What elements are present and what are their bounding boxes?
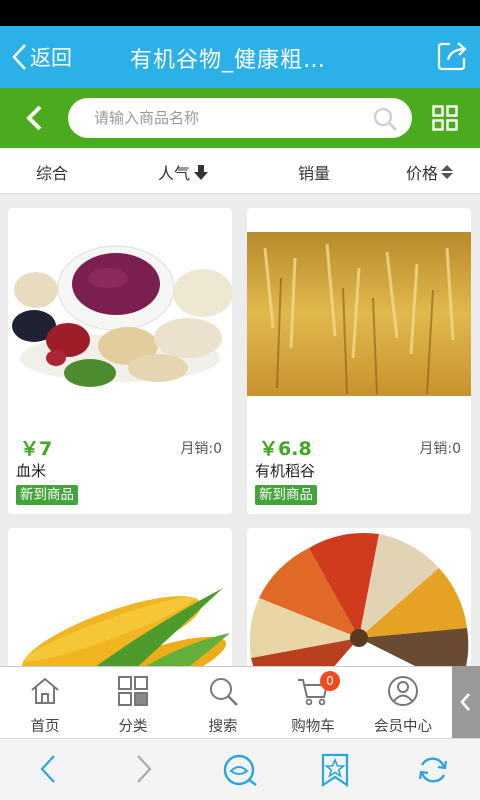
view-toggle-button[interactable] bbox=[432, 105, 458, 135]
sort-price[interactable]: 价格 bbox=[406, 160, 454, 184]
sort-bar: 综合 人气 销量 价格 bbox=[0, 148, 480, 194]
category-grid-icon bbox=[118, 676, 148, 706]
cart-count-badge: 0 bbox=[320, 671, 340, 691]
refresh-icon bbox=[418, 757, 448, 783]
sort-comprehensive[interactable]: 综合 bbox=[36, 160, 68, 184]
tab-member-center[interactable]: 会员中心 bbox=[358, 667, 448, 739]
status-bar bbox=[0, 0, 480, 26]
product-image bbox=[247, 208, 471, 398]
tab-category[interactable]: 分类 bbox=[88, 667, 178, 739]
search-bar bbox=[0, 88, 480, 148]
product-card[interactable]: ￥6.8 月销:0 有机稻谷 新到商品 bbox=[247, 208, 471, 514]
tab-cart[interactable]: 0 购物车 bbox=[268, 667, 358, 739]
monthly-sales: 月销:0 bbox=[180, 441, 222, 457]
tab-label: 购物车 bbox=[291, 719, 335, 735]
product-card[interactable] bbox=[8, 528, 232, 666]
share-button[interactable] bbox=[436, 40, 468, 76]
browser-back-button[interactable] bbox=[36, 753, 60, 789]
product-price: ￥7 bbox=[20, 438, 53, 460]
product-card[interactable]: ￥7 月销:0 血米 新到商品 bbox=[8, 208, 232, 514]
browser-home-button[interactable] bbox=[222, 753, 258, 791]
new-arrival-badge: 新到商品 bbox=[255, 485, 317, 505]
sort-label: 销量 bbox=[298, 164, 331, 183]
bookmark-button[interactable] bbox=[320, 753, 350, 791]
product-name: 血米 bbox=[16, 462, 47, 480]
monthly-sales: 月销:0 bbox=[419, 441, 461, 457]
sort-label: 价格 bbox=[406, 164, 439, 183]
search-box bbox=[68, 98, 412, 138]
bottom-tab-bar: 首页 分类 搜索 0 购物车 会员中心 bbox=[0, 666, 480, 738]
side-panel-handle[interactable] bbox=[452, 666, 480, 738]
tab-label: 会员中心 bbox=[374, 719, 432, 735]
product-grid: ￥7 月销:0 血米 新到商品 ￥6.8 月销:0 有机稻谷 新到商品 bbox=[0, 194, 480, 666]
back-label: 返回 bbox=[30, 46, 72, 70]
browser-logo-icon bbox=[223, 754, 257, 786]
product-card[interactable] bbox=[247, 528, 471, 666]
product-image bbox=[8, 208, 232, 398]
tab-home[interactable]: 首页 bbox=[0, 667, 90, 739]
product-image bbox=[247, 528, 471, 666]
arrow-down-icon bbox=[194, 165, 209, 180]
arrow-right-icon bbox=[137, 755, 152, 783]
browser-toolbar bbox=[0, 738, 480, 800]
new-arrival-badge: 新到商品 bbox=[16, 485, 78, 505]
title-bar: 返回 有机谷物_健康粗… bbox=[0, 26, 480, 88]
back-button[interactable]: 返回 bbox=[10, 40, 72, 74]
sort-label: 人气 bbox=[158, 164, 191, 183]
tab-label: 分类 bbox=[118, 719, 148, 735]
chevron-left-icon bbox=[26, 105, 42, 131]
bookmark-star-icon bbox=[321, 753, 349, 788]
product-price: ￥6.8 bbox=[259, 438, 312, 460]
tab-search[interactable]: 搜索 bbox=[178, 667, 268, 739]
home-icon bbox=[31, 677, 59, 704]
sort-popularity[interactable]: 人气 bbox=[158, 160, 209, 184]
share-icon bbox=[437, 42, 467, 71]
search-input[interactable] bbox=[94, 106, 354, 130]
browser-forward-button[interactable] bbox=[132, 753, 156, 789]
search-back-button[interactable] bbox=[22, 104, 44, 136]
chevron-left-icon bbox=[12, 44, 26, 70]
search-icon bbox=[210, 678, 238, 706]
sort-label: 综合 bbox=[36, 164, 69, 183]
product-image bbox=[8, 528, 232, 666]
product-name: 有机稻谷 bbox=[255, 462, 316, 480]
tab-label: 首页 bbox=[30, 719, 60, 735]
arrow-left-icon bbox=[40, 755, 55, 783]
sort-updown-icon bbox=[441, 165, 454, 179]
grid-view-icon bbox=[432, 105, 458, 131]
refresh-button[interactable] bbox=[416, 753, 450, 791]
tab-label: 搜索 bbox=[208, 719, 238, 735]
chevron-left-icon bbox=[460, 693, 470, 711]
search-icon[interactable] bbox=[372, 106, 398, 136]
user-icon bbox=[388, 676, 418, 706]
sort-sales[interactable]: 销量 bbox=[298, 160, 330, 184]
page-title: 有机谷物_健康粗… bbox=[130, 48, 327, 73]
